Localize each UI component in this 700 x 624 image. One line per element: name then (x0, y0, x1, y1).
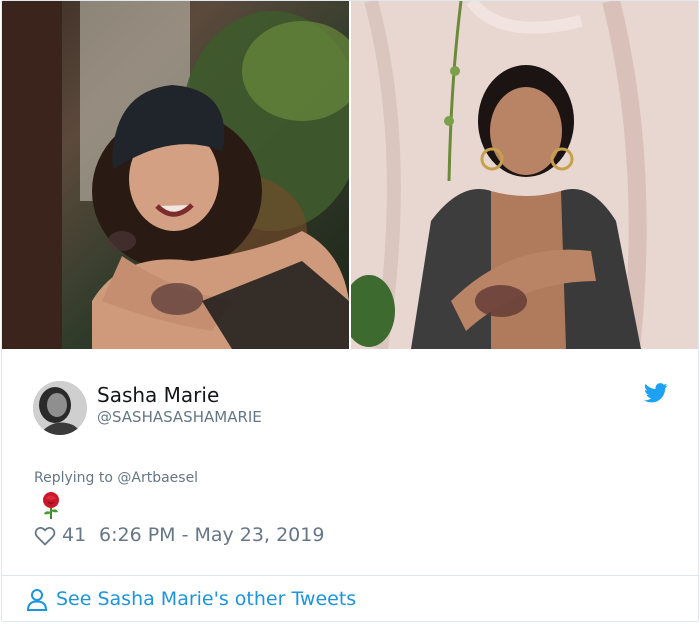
reply-context[interactable]: Replying to @Artbaesel (34, 470, 198, 486)
footer-divider (2, 575, 698, 576)
avatar[interactable] (33, 381, 87, 435)
rose-emoji-icon: 🌹 (40, 492, 62, 520)
like-count[interactable]: 41 (62, 524, 86, 546)
author-handle[interactable]: @SASHASASHAMARIE (97, 408, 262, 426)
see-other-tweets-label[interactable]: See Sasha Marie's other Tweets (56, 588, 356, 610)
tweet-photo-left[interactable] (2, 1, 349, 349)
twitter-bird-icon[interactable] (644, 383, 668, 403)
author-name[interactable]: Sasha Marie (97, 383, 219, 407)
tweet-card: Sasha Marie @SASHASASHAMARIE Replying to… (1, 0, 699, 622)
tweet-media[interactable] (2, 1, 698, 349)
person-icon (26, 588, 48, 612)
tweet-photo-right[interactable] (351, 1, 698, 349)
tweet-timestamp[interactable]: 6:26 PM - May 23, 2019 (99, 524, 324, 546)
heart-icon[interactable] (34, 526, 56, 546)
